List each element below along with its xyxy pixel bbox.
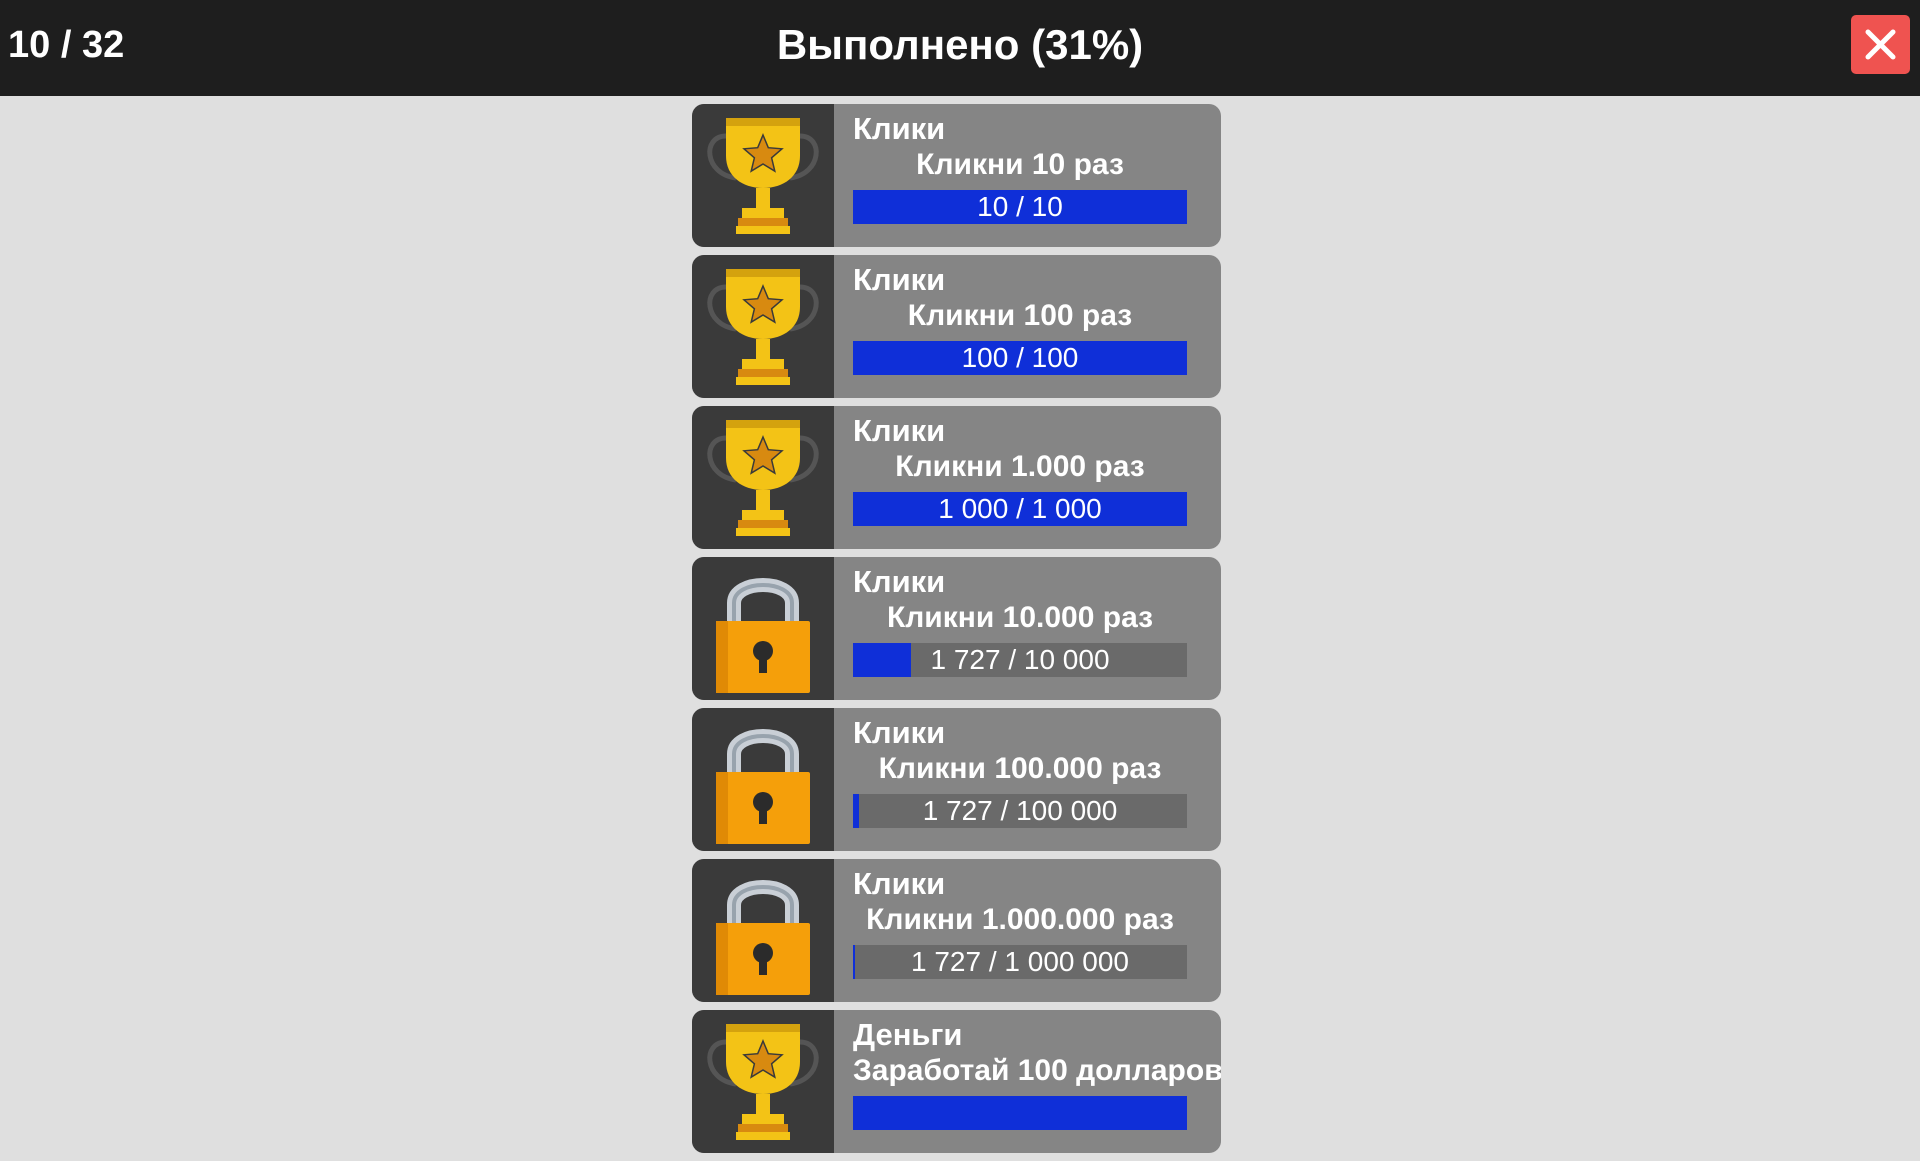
achievement-progress-bar: 1 727 / 10 000 (853, 643, 1187, 677)
achievement-description: Кликни 10.000 раз (886, 601, 1154, 634)
achievement-card[interactable]: Клики Кликни 10 раз 10 / 10 (692, 104, 1221, 247)
padlock-icon (716, 880, 810, 995)
achievement-icon-box (692, 708, 834, 851)
trophy-icon (707, 269, 819, 385)
achievement-category: Деньги (853, 1017, 963, 1052)
achievement-description: Заработай 100 долларов (853, 1054, 1221, 1087)
achievement-progress-bar: 10 / 10 (853, 190, 1187, 224)
trophy-icon (707, 118, 819, 234)
achievement-description: Кликни 100 раз (907, 299, 1133, 332)
achievement-category: Клики (853, 715, 946, 750)
achievement-card[interactable]: Клики Кликни 100.000 раз 1 727 / 100 000 (692, 708, 1221, 851)
trophy-icon (707, 1024, 819, 1140)
achievement-icon-box (692, 255, 834, 398)
achievement-category: Клики (853, 564, 946, 599)
achievement-card[interactable]: Клики Кликни 100 раз 100 / 100 (692, 255, 1221, 398)
achievement-progress-bar: 1 727 / 1 000 000 (853, 945, 1187, 979)
trophy-icon (707, 420, 819, 536)
progress-text: 1 727 / 100 000 (922, 795, 1118, 826)
achievement-category: Клики (853, 866, 946, 901)
progress-text: 10 / 10 (977, 191, 1063, 222)
achievement-category: Клики (853, 262, 946, 297)
padlock-icon (716, 578, 810, 693)
achievement-icon-box (692, 557, 834, 700)
padlock-icon (716, 729, 810, 844)
progress-text: 1 727 / 1 000 000 (911, 946, 1129, 977)
achievement-description: Кликни 100.000 раз (878, 752, 1162, 785)
achievement-counter: 10 / 32 (8, 24, 125, 66)
progress-text: 100 / 100 (961, 342, 1079, 373)
progress-text: 1 000 / 1 000 (938, 493, 1102, 524)
achievement-card[interactable]: Клики Кликни 1.000.000 раз 1 727 / 1 000 0… (692, 859, 1221, 1002)
achievement-card[interactable]: Деньги Заработай 100 долларов (692, 1010, 1221, 1153)
achievement-progress-bar: 1 000 / 1 000 (853, 492, 1187, 526)
achievements-list[interactable]: Клики Кликни 10 раз 10 / 10 Клики Кликни 10… (692, 104, 1221, 1161)
close-button[interactable] (1851, 15, 1910, 74)
achievement-card[interactable]: Клики Кликни 1.000 раз 1 000 / 1 000 (692, 406, 1221, 549)
achievement-icon-box (692, 406, 834, 549)
achievement-icon-box (692, 1010, 834, 1153)
top-bar: 10 / 32 Выполнено (31%) (0, 0, 1920, 96)
achievement-progress-bar: 100 / 100 (853, 341, 1187, 375)
achievement-icon-box (692, 104, 834, 247)
close-icon (1865, 29, 1896, 60)
achievement-progress-bar (853, 1096, 1187, 1130)
page-title: Выполнено (31%) (776, 21, 1144, 68)
achievement-description: Кликни 1.000.000 раз (866, 903, 1174, 936)
progress-text: 1 727 / 10 000 (930, 644, 1110, 675)
achievement-description: Кликни 1.000 раз (895, 450, 1145, 483)
progress-text (853, 1096, 1187, 1130)
achievement-card[interactable]: Клики Кликни 10.000 раз 1 727 / 10 000 (692, 557, 1221, 700)
achievement-category: Клики (853, 111, 946, 146)
achievement-description: Кликни 10 раз (916, 148, 1124, 181)
achievement-icon-box (692, 859, 834, 1002)
achievement-category: Клики (853, 413, 946, 448)
achievement-progress-bar: 1 727 / 100 000 (853, 794, 1187, 828)
